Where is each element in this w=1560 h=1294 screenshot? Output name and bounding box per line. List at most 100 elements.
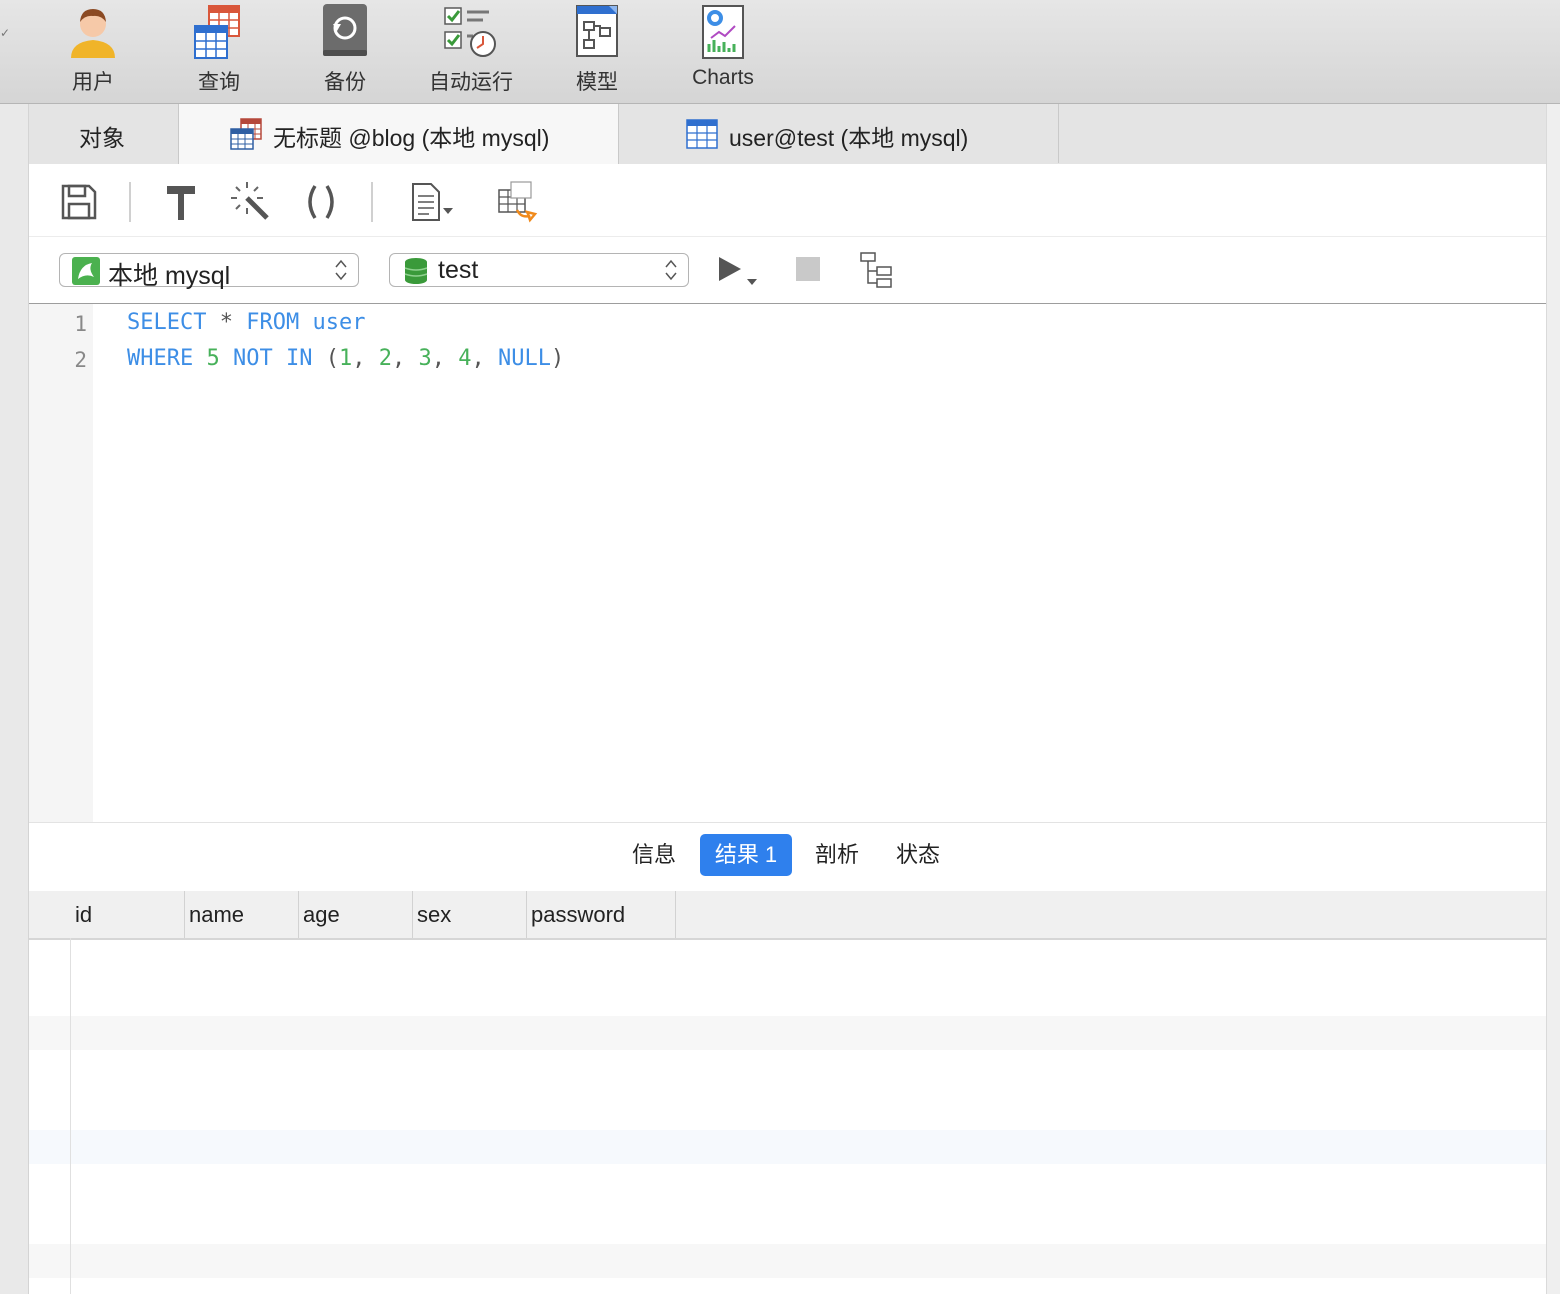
code-line[interactable]: SELECT * FROM user: [127, 310, 365, 335]
code-token: (: [312, 346, 339, 371]
magic-wand-icon[interactable]: [229, 180, 273, 224]
column-header-sex[interactable]: sex: [412, 891, 527, 938]
connection-value: 本地 mysql: [108, 262, 231, 290]
toolbar-charts-label: Charts: [692, 66, 754, 89]
hammer-icon[interactable]: [159, 180, 203, 224]
query-editor-panel: 本地 mysql test 1 2 SELECT * FROM user WHE…: [29, 164, 1546, 1294]
toolbar-user-label: 用户: [72, 71, 114, 94]
toolbar-automation-button[interactable]: 自动运行: [416, 0, 526, 103]
code-token: user: [312, 310, 366, 335]
document-icon[interactable]: [409, 180, 453, 224]
automation-icon: [444, 7, 496, 57]
select-arrows-icon: [665, 259, 677, 281]
code-token: NOT: [232, 346, 273, 371]
toolbar-charts-button[interactable]: Charts: [668, 0, 778, 103]
code-token: ,: [391, 346, 419, 371]
code-token: 3: [418, 346, 432, 371]
sql-code-editor[interactable]: 1 2 SELECT * FROM user WHERE 5 NOT IN (1…: [29, 304, 1546, 822]
table-icon: [686, 119, 718, 149]
database-icon: [404, 258, 428, 284]
backup-icon: [323, 4, 367, 56]
line-number-gutter: 1 2: [29, 304, 93, 822]
left-sidebar-edge: [0, 104, 29, 1294]
explain-icon[interactable]: [857, 251, 901, 291]
result-grid[interactable]: id name age sex password: [29, 891, 1546, 1294]
toolbar-user-button[interactable]: 用户: [38, 0, 148, 103]
code-token: ): [550, 346, 565, 371]
code-token: ,: [471, 346, 498, 371]
code-token: NULL: [497, 346, 551, 371]
run-icon[interactable]: [715, 251, 759, 291]
toolbar-model-button[interactable]: 模型: [542, 0, 652, 103]
tab-status[interactable]: 状态: [883, 834, 953, 876]
document-tab-bar: 对象 无标题 @blog (本地 mysql) user@test (本地 my…: [29, 104, 1546, 164]
code-token: 5: [206, 346, 220, 371]
code-token: IN: [285, 346, 313, 371]
parentheses-icon[interactable]: [299, 180, 343, 224]
code-token: ,: [431, 346, 459, 371]
code-token: 4: [458, 346, 472, 371]
result-tab-bar: 信息 结果 1 剖析 状态: [29, 822, 1546, 892]
charts-icon: [702, 5, 744, 59]
column-header-name[interactable]: name: [184, 891, 299, 938]
toolbar-query-button[interactable]: 查询: [164, 0, 274, 103]
line-number: 1: [74, 312, 87, 336]
export-table-icon[interactable]: [495, 180, 539, 224]
empty-row-stripe: [29, 1130, 1546, 1164]
window-resize-icon: ✓: [0, 26, 11, 40]
column-header-password[interactable]: password: [526, 891, 676, 938]
tab-objects[interactable]: 对象: [29, 104, 179, 163]
user-icon: [71, 9, 115, 58]
right-scrollbar[interactable]: [1546, 104, 1560, 1294]
editor-toolbar: [29, 164, 1546, 237]
tab-profile[interactable]: 剖析: [802, 834, 872, 876]
stop-icon[interactable]: [787, 251, 831, 291]
main-toolbar: ✓ 用户 查询 备份 自动运行 模型 Charts: [0, 0, 1560, 104]
database-value: test: [438, 256, 479, 284]
save-icon[interactable]: [57, 180, 101, 224]
tab-info[interactable]: 信息: [619, 834, 689, 876]
result-grid-header: id name age sex password: [29, 891, 1546, 940]
toolbar-automation-label: 自动运行: [429, 71, 513, 94]
row-number-divider: [70, 938, 71, 1294]
tab-result-1[interactable]: 结果 1: [700, 834, 792, 876]
query-table-icon: [230, 118, 262, 150]
database-select[interactable]: test: [389, 253, 689, 287]
model-icon: [576, 5, 618, 57]
tab-objects-label: 对象: [79, 125, 125, 151]
select-arrows-icon: [335, 259, 347, 281]
code-token: FROM: [246, 310, 300, 335]
tab-user-table[interactable]: user@test (本地 mysql): [619, 104, 1059, 163]
connection-bar: 本地 mysql test: [29, 237, 1546, 304]
mysql-connection-icon: [72, 257, 100, 285]
tab-user-table-label: user@test (本地 mysql): [729, 125, 969, 151]
column-header-id[interactable]: id: [70, 891, 185, 938]
query-icon: [194, 5, 240, 59]
toolbar-separator: [129, 182, 131, 222]
toolbar-separator: [371, 182, 373, 222]
empty-row-stripe: [29, 1016, 1546, 1050]
toolbar-backup-label: 备份: [324, 71, 366, 94]
code-token: *: [219, 310, 233, 335]
tab-untitled-query-label: 无标题 @blog (本地 mysql): [273, 125, 550, 151]
code-token: 1: [338, 346, 353, 371]
empty-row-stripe: [29, 1244, 1546, 1278]
column-header-age[interactable]: age: [298, 891, 413, 938]
toolbar-model-label: 模型: [576, 71, 618, 94]
connection-select[interactable]: 本地 mysql: [59, 253, 359, 290]
code-token: WHERE: [127, 346, 194, 371]
toolbar-query-label: 查询: [198, 71, 240, 94]
line-number: 2: [74, 348, 87, 372]
toolbar-backup-button[interactable]: 备份: [290, 0, 400, 103]
code-line[interactable]: WHERE 5 NOT IN (1, 2, 3, 4, NULL): [127, 346, 564, 371]
code-token: SELECT: [127, 310, 207, 335]
tab-untitled-query[interactable]: 无标题 @blog (本地 mysql): [178, 104, 619, 164]
code-token: 2: [378, 346, 392, 371]
code-token: ,: [352, 346, 379, 371]
